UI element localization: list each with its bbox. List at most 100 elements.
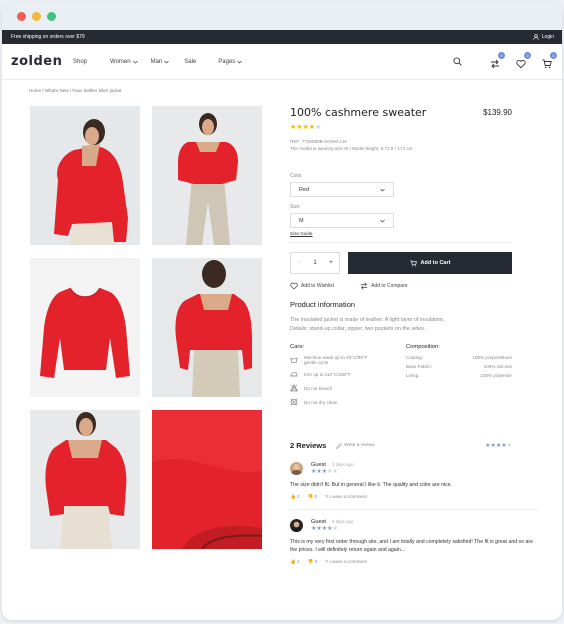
product-photo-back[interactable]	[30, 106, 140, 245]
add-to-cart-button[interactable]: Add to Cart	[348, 252, 512, 274]
nav-item-pages[interactable]: Pages	[218, 59, 243, 65]
composition-value: 100% polyester	[480, 373, 512, 378]
size-guide-link[interactable]: Size Guide	[290, 231, 512, 236]
write-review-label: Write a review	[344, 443, 375, 448]
chevron-down-icon	[164, 60, 170, 64]
compare-label: Add to Compare	[371, 283, 408, 289]
heart-icon	[516, 59, 526, 69]
care-item-iron: Iron up to 110°C/230°F	[290, 370, 406, 378]
review-text: The size didn't fit. But in general I li…	[290, 482, 453, 488]
like-count: 2	[297, 494, 300, 499]
color-select[interactable]: Red	[290, 182, 394, 197]
avatar	[290, 462, 303, 475]
titlebar	[2, 2, 562, 30]
browser-window: Free shipping on orders over $79 Login z…	[2, 2, 562, 620]
no-bleach-icon	[290, 384, 298, 392]
composition-key: Lining:	[406, 373, 420, 378]
chevron-down-icon	[237, 60, 243, 64]
leave-comment-link[interactable]: ✎ Leave a comment	[325, 494, 367, 500]
nav-item-sale[interactable]: Sale	[184, 59, 196, 65]
composition-row: Base Fabric: 100% viscose	[406, 364, 512, 369]
review-actions: 👍 2 👎 0 ✎ Leave a comment	[290, 559, 538, 565]
nav-item-women[interactable]: Women	[110, 59, 138, 65]
login-label: Login	[541, 34, 554, 40]
care-dry-clean-text: Do not dry clean	[304, 399, 338, 405]
add-to-wishlist-button[interactable]: Add to Wishlist	[290, 282, 334, 290]
shipping-text: Free shipping on orders over $79	[11, 34, 85, 40]
composition-value: 100% polyurethane	[472, 355, 512, 360]
wishlist-count: 0	[524, 52, 531, 59]
dislike-count: 0	[314, 494, 318, 499]
login-link[interactable]: Login	[533, 34, 554, 40]
care-title: Care:	[290, 344, 305, 350]
review-rating: ★★★★★	[311, 526, 338, 532]
nav-item-man[interactable]: Man	[151, 59, 170, 65]
composition-section: Composition: Coating: 100% polyurethane B…	[406, 344, 512, 406]
chevron-down-icon	[132, 60, 138, 64]
leave-comment-link[interactable]: ✎ Leave a comment	[325, 559, 367, 565]
review-item: Guest 3 days ago ★★★★★	[290, 462, 538, 475]
review-date: 9 days ago	[331, 519, 354, 524]
care-section: Care: Machine wash up to 40°C/86°F gentle…	[290, 344, 406, 406]
qty-value[interactable]: 1	[313, 260, 316, 266]
nav-label: Shop	[73, 59, 88, 65]
cart-icon	[542, 59, 552, 69]
product-info-heading: Product information	[290, 300, 356, 309]
review-actions: 👍 2 👎 0 ✎ Leave a comment	[290, 494, 538, 500]
compare-button[interactable]: 0	[490, 52, 505, 69]
like-button[interactable]: 👍 2	[290, 559, 300, 565]
care-bleach-text: Do not bleach	[304, 385, 333, 391]
maximize-dot[interactable]	[47, 11, 56, 21]
chevron-down-icon	[380, 188, 385, 192]
photo-back-image	[30, 106, 140, 245]
chevron-down-icon	[380, 219, 385, 223]
cart-button[interactable]: 0	[542, 52, 557, 69]
wishlist-label: Add to Wishlist	[301, 283, 335, 289]
size-select[interactable]: M	[290, 213, 394, 228]
like-button[interactable]: 👍 2	[290, 494, 300, 500]
product-photo-back-2[interactable]	[152, 258, 262, 397]
reviews-header: 2 Reviews Write a review ★★★★★	[290, 441, 512, 450]
breadcrumb[interactable]: Home / What's New / Faux leather biker j…	[29, 88, 121, 93]
pencil-icon	[336, 442, 343, 449]
add-to-compare-button[interactable]: Add to Compare	[360, 282, 408, 290]
nav-item-shop[interactable]: Shop	[73, 59, 87, 65]
composition-title: Composition:	[406, 344, 440, 350]
nav-label: Pages	[218, 59, 236, 65]
reviews-overall-rating: ★★★★★	[485, 443, 512, 449]
product-photo-front[interactable]	[152, 106, 262, 245]
product-model-info: The model is wearing size M | Model heig…	[290, 146, 413, 151]
search-icon[interactable]	[453, 56, 462, 66]
nav-label: Women	[110, 59, 131, 65]
review-item: Guest 9 days ago ★★★★★	[290, 519, 538, 532]
add-to-cart-label: Add to Cart	[420, 260, 451, 266]
reviews-title: 2 Reviews	[290, 441, 327, 450]
main-nav: zolden Shop Women Man Sale Pages 0 0 0	[2, 44, 562, 80]
heart-icon	[290, 282, 298, 290]
photo-front-image	[152, 106, 262, 245]
product-photo-fabric[interactable]	[152, 410, 262, 549]
photo-fabric-image	[152, 410, 262, 549]
dislike-button[interactable]: 👎 0	[308, 559, 318, 565]
size-value: M	[299, 217, 304, 224]
compare-count: 0	[498, 52, 505, 59]
review-text: This is my very first order through site…	[290, 539, 533, 553]
photo-flat-image	[30, 258, 140, 397]
product-photo-flat[interactable]	[30, 258, 140, 397]
close-dot[interactable]	[17, 11, 26, 21]
minimize-dot[interactable]	[32, 11, 41, 21]
qty-minus-button[interactable]: −	[297, 260, 301, 266]
iron-icon	[290, 372, 298, 377]
dislike-button[interactable]: 👎 0	[308, 494, 318, 500]
composition-key: Coating:	[406, 355, 424, 360]
wishlist-button[interactable]: 0	[516, 52, 531, 69]
write-review-link[interactable]: Write a review	[336, 442, 375, 449]
product-description-2: Details: stand-up collar, zipper, two po…	[290, 326, 426, 332]
quantity-stepper[interactable]: − 1 +	[290, 252, 340, 274]
logo[interactable]: zolden	[11, 54, 62, 69]
leave-comment-label: Leave a comment	[330, 559, 367, 564]
product-photo-closeup[interactable]	[30, 410, 140, 549]
qty-plus-button[interactable]: +	[329, 260, 333, 266]
wash-icon	[290, 357, 298, 363]
product-title: 100% cashmere sweater	[290, 106, 427, 119]
